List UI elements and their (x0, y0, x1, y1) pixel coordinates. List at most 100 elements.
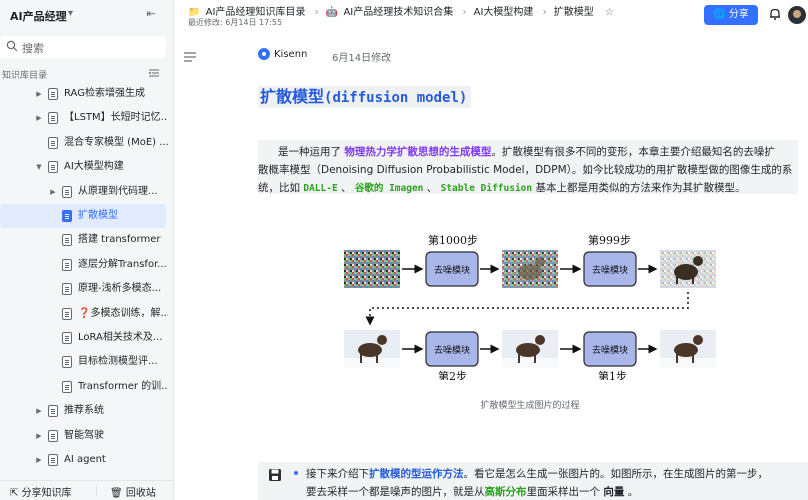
sidebar: AI产品经理 ▾ ⇤ 搜索 知识库目录 ▶ RAG检索增强生成 ▶ 【LSTM】长短时… (0, 0, 174, 500)
search-icon (6, 40, 18, 52)
document-icon (62, 234, 72, 247)
title-en: (diffusion model) (324, 90, 468, 106)
sidebar-item-label: 混合专家模型 (MoE) ... (64, 136, 168, 148)
sidebar-item-label: 扩散模型 (78, 210, 118, 221)
document-icon (48, 429, 58, 442)
sidebar-item[interactable]: 扩散模型 (0, 204, 166, 228)
outline-icon[interactable] (184, 52, 196, 62)
sidebar-item-label: LoRA相关技术及... (78, 332, 163, 343)
document-icon (62, 283, 72, 296)
breadcrumb-item-1[interactable]: AI产品经理技术知识合集 (343, 7, 453, 18)
denoise-module-label: 去噪模块 (434, 264, 470, 276)
breadcrumb-separator: › (314, 7, 319, 18)
callout-text: 接下来介绍下 (306, 468, 369, 480)
sidebar-item-label: 【LSTM】长短时记忆... (64, 112, 168, 124)
step-2-label: 第2步 (438, 369, 467, 380)
sidebar-item[interactable]: Transformer 的训... (0, 375, 168, 399)
star-icon[interactable]: ☆ (605, 7, 614, 18)
step-1-label: 第1步 (598, 369, 627, 380)
sidebar-item-label: AI大模型构建 (64, 161, 124, 173)
chevron-down-icon[interactable]: ▼ (34, 155, 44, 179)
globe-icon: 🌐 (713, 9, 726, 20)
sidebar-item-label: AI agent (64, 454, 106, 465)
chevron-down-icon[interactable]: ▾ (68, 8, 73, 19)
breadcrumb-item-3: 扩散模型 (553, 7, 594, 18)
sidebar-item-label: 从原理到代码理... (78, 185, 158, 197)
chevron-right-icon[interactable]: ▶ (34, 424, 44, 448)
para-line-3: 统，比如 DALL-E 、 谷歌的 Imagen 、 Stable Diffus… (258, 180, 745, 195)
share-knowledge-base-button[interactable]: ⇱ 分享知识库 (10, 484, 72, 499)
para-text: 、 (341, 182, 352, 194)
denoise-module-label: 去噪模块 (592, 264, 628, 276)
page-title: 扩散模型(diffusion model) (258, 86, 472, 108)
sidebar-item[interactable]: 搭建 transformer (0, 228, 168, 252)
sidebar-item-label: 推荐系统 (64, 405, 104, 417)
sidebar-item[interactable]: ▶ 【LSTM】长短时记忆... (0, 106, 168, 130)
save-icon (269, 469, 281, 481)
sidebar-item[interactable]: ▶ RAG检索增强生成 (0, 82, 168, 106)
breadcrumb: 📁 AI产品经理知识库目录 › 🤖 AI产品经理技术知识合集 › AI大模型构建… (188, 3, 616, 18)
sidebar-item-label: ❓多模态训练，解... (78, 307, 168, 319)
callout-text: 。看它是怎么生成一张图片的。如图所示，在生成图片的第一步， (463, 468, 769, 480)
sidebar-item[interactable]: 原理-浅析多模态... (0, 277, 168, 301)
collapse-sidebar-icon[interactable]: ⇤ (144, 7, 158, 21)
chevron-right-icon[interactable]: ▶ (34, 82, 44, 106)
sidebar-item[interactable]: ▶ AI agent (0, 448, 168, 472)
para-text: 统，比如 (258, 182, 300, 194)
breadcrumb-emoji-icon: 🤖 (325, 7, 339, 18)
para-text: 、 (426, 182, 438, 194)
document-icon (62, 307, 72, 320)
author-name: Kisenn (274, 49, 308, 60)
sidebar-item[interactable]: ▶ 推荐系统 (0, 399, 168, 423)
document-icon (62, 185, 72, 198)
document-icon (48, 136, 58, 149)
sidebar-item[interactable]: LoRA相关技术及... (0, 326, 168, 350)
document-icon (62, 356, 72, 369)
search-input[interactable]: 搜索 (0, 36, 166, 58)
chevron-right-icon[interactable]: ▶ (48, 180, 58, 204)
sidebar-item[interactable]: ▼ AI大模型构建 (0, 155, 168, 179)
inline-code: 谷歌的 Imagen (354, 183, 424, 194)
chevron-right-icon[interactable]: ▶ (34, 448, 44, 472)
sidebar-item-label: Transformer 的训... (78, 380, 168, 392)
sidebar-item[interactable]: 逐层分解Transfor... (0, 253, 168, 277)
list-settings-icon[interactable] (148, 67, 160, 79)
clean-cat-image (502, 330, 558, 368)
sidebar-item[interactable]: ❓多模态训练，解... (0, 302, 168, 326)
trash-button[interactable]: 🗑 回收站 (110, 484, 156, 499)
workspace-title[interactable]: AI产品经理 (10, 8, 67, 24)
sidebar-item[interactable]: ▶ 从原理到代码理... (0, 180, 168, 204)
document-icon (62, 332, 72, 344)
sidebar-item-label: 目标检测模型评... (78, 356, 158, 368)
clean-cat-image (660, 330, 716, 368)
bell-icon[interactable] (768, 7, 782, 21)
sidebar-item[interactable]: ▶ 智能驾驶 (0, 424, 168, 448)
divider (96, 486, 97, 496)
sidebar-item[interactable]: 目标检测模型评... (0, 350, 168, 374)
document-icon (48, 88, 58, 100)
sidebar-footer: ⇱ 分享知识库 🗑 回收站 (0, 480, 174, 500)
author[interactable]: Kisenn (258, 48, 307, 60)
sidebar-item[interactable]: 混合专家模型 (MoE) ... (0, 131, 168, 155)
dotted-connector (365, 292, 689, 326)
document-icon (48, 112, 58, 125)
para-highlight: 物理热力学扩散思想的生成模型 (344, 146, 492, 158)
para-line-2: 散概率模型（Denoising Diffusion Probabilistic … (258, 164, 793, 176)
bullet (294, 471, 298, 475)
author-avatar-icon (258, 48, 270, 60)
chevron-right-icon[interactable]: ▶ (34, 399, 44, 423)
diffusion-figure: 第1000步 第999步 去噪模块 去噪模块 去噪模块 去噪模块 第2步 第1步 (344, 233, 716, 380)
para-line-1: 是一种运用了 物理热力学扩散思想的生成模型。扩散模型有很多不同的变形，本章主要介… (278, 144, 775, 159)
callout-line-2: 要去采样一个都是噪声的图片，就是从高斯分布里面采样出一个 向量 。 (306, 484, 638, 499)
avatar[interactable] (788, 6, 806, 24)
chevron-right-icon[interactable]: ▶ (34, 106, 44, 130)
document-icon (48, 405, 58, 418)
para-text: 基本上都是用类似的方法来作为其扩散模型。 (535, 182, 746, 194)
callout-text: 里面采样出一个 (526, 486, 601, 498)
share-button[interactable]: 🌐 分享 (704, 5, 758, 25)
section-label: 知识库目录 (2, 71, 48, 81)
step-999-label: 第999步 (588, 233, 631, 247)
callout-line-1: 接下来介绍下扩散模的型运作方法。看它是怎么生成一张图片的。如图所示，在生成图片的… (306, 466, 768, 481)
breadcrumb-item-2[interactable]: AI大模型构建 (474, 7, 534, 18)
callout-highlight: 高斯分布 (484, 486, 527, 498)
